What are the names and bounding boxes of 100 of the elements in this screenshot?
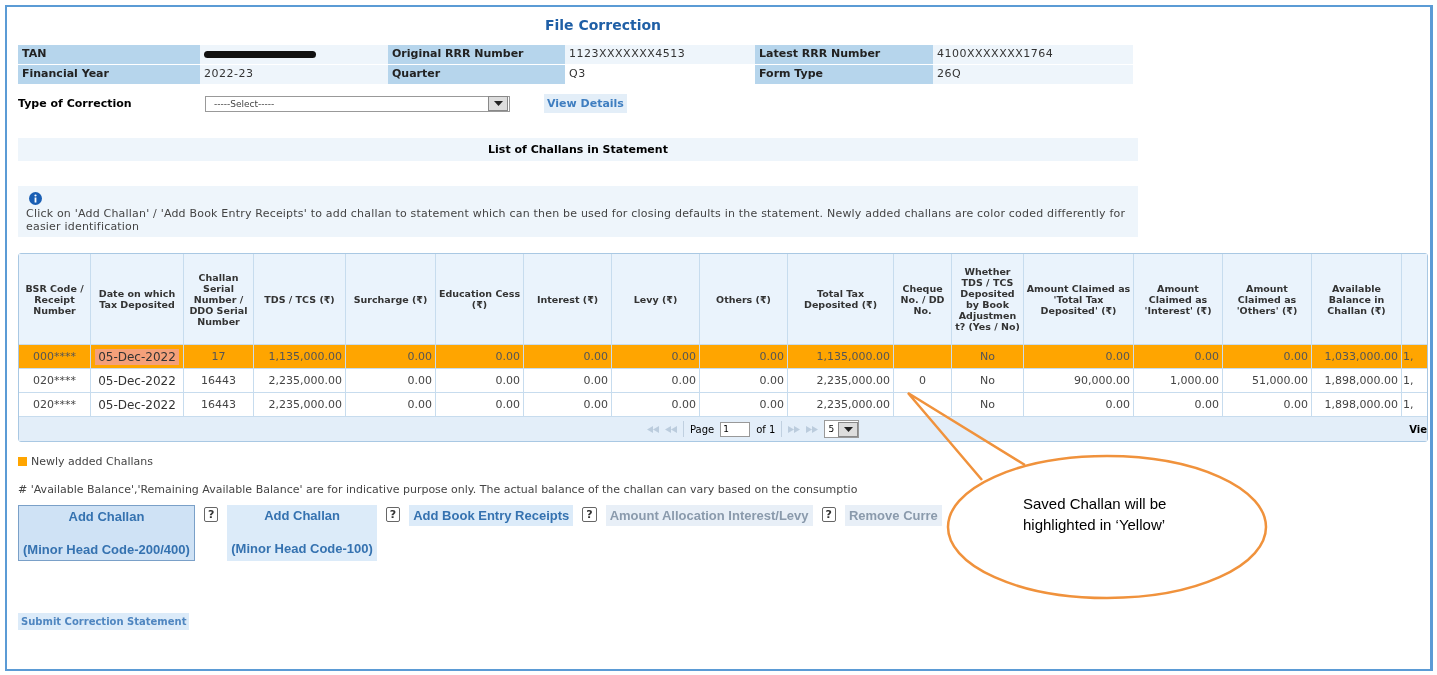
column-header: Date on which Tax Deposited — [97, 288, 177, 310]
field-label: Original RRR Number — [388, 45, 565, 64]
column-header: Levy (₹) — [633, 293, 678, 305]
page-size-dropdown[interactable]: 5 — [824, 420, 860, 438]
view-details-button[interactable]: View Details — [544, 94, 627, 113]
table-cell: 0.00 — [495, 398, 520, 411]
field-label: Form Type — [755, 65, 933, 84]
table-cell: 000**** — [33, 350, 76, 363]
table-cell: 0.00 — [759, 350, 784, 363]
table-cell: 2,235,000.00 — [816, 374, 890, 387]
table-cell: 0.00 — [407, 398, 432, 411]
action-button[interactable]: Add Book Entry Receipts — [409, 505, 574, 526]
field-value: 4100XXXXXXX1764 — [933, 45, 1133, 64]
table-cell: 0.00 — [407, 374, 432, 387]
table-row[interactable]: 000**** 05-Dec-2022 17 1,135,000.00 0.00 0.00 0.00 0.00 0.00 1,135,000.00 No 0.00 0.00 0.00 1,033,000.00 1, — [19, 344, 1427, 368]
table-cell: 0.00 — [407, 350, 432, 363]
column-header: Whether TDS / TCS Deposited by Book Adjustmen t? (Yes / No) — [954, 266, 1021, 332]
help-icon[interactable]: ? — [203, 507, 219, 522]
column-header: Others (₹) — [716, 293, 771, 305]
legend-label: Newly added Challans — [31, 455, 153, 468]
table-cell: 1,033,000.00 — [1324, 350, 1398, 363]
action-button[interactable]: Add Challan (Minor Head Code-100) — [227, 505, 377, 561]
table-cell: No — [980, 374, 995, 387]
info-text: Click on 'Add Challan' / 'Add Book Entry Receipts' to add challan to statement which can then be used for closing defaults in the statement. Newly added challans are color coded differently for easier identification — [26, 207, 1127, 233]
column-header: Interest (₹) — [536, 293, 599, 305]
help-icon[interactable]: ? — [385, 507, 401, 522]
field-value: 1123XXXXXXX4513 — [565, 45, 755, 64]
field-label: Type of Correction — [18, 97, 133, 110]
date-field[interactable]: 05-Dec-2022 — [95, 348, 179, 365]
note-text: # 'Available Balance','Remaining Available Balance' are for indicative purpose only. The actual balance of the challan can vary based on the consumptio — [18, 483, 859, 496]
page-label: Page — [690, 423, 715, 435]
column-header: BSR Code / Receipt Number — [24, 282, 85, 316]
date-field[interactable]: 05-Dec-2022 — [95, 372, 179, 389]
table-cell: 0.00 — [1105, 350, 1130, 363]
table-cell: 020**** — [33, 374, 76, 387]
table-cell: 2,235,000.00 — [268, 398, 342, 411]
field-value: 2022-23 — [200, 65, 388, 84]
table-row[interactable]: 020**** 05-Dec-2022 16443 2,235,000.00 0.00 0.00 0.00 0.00 0.00 2,235,000.00 0 No 90,000.00 1,000.00 51,000.00 1,898,000.00 1, — [19, 368, 1427, 392]
table-cell: 1,135,000.00 — [816, 350, 890, 363]
page-number-field[interactable]: 1 — [720, 421, 751, 437]
table-cell: 020**** — [33, 398, 76, 411]
table-cell: 0.00 — [1194, 398, 1219, 411]
table-cell: 1,135,000.00 — [268, 350, 342, 363]
table-cell: 0.00 — [671, 374, 696, 387]
column-header: TDS / TCS (₹) — [264, 293, 335, 305]
table-cell: 0.00 — [1105, 398, 1130, 411]
page-title: File Correction — [543, 17, 663, 33]
table-cell: 1, — [1403, 350, 1414, 363]
column-header: Amount Claimed as 'Total Tax Deposited' (₹) — [1025, 282, 1132, 316]
correction-type-dropdown[interactable]: -----Select----- — [205, 95, 510, 112]
table-row[interactable]: 020**** 05-Dec-2022 16443 2,235,000.00 0.00 0.00 0.00 0.00 0.00 2,235,000.00 No 0.00 0.00 0.00 1,898,000.00 1, — [19, 392, 1427, 416]
last-page-icon[interactable] — [806, 425, 819, 433]
table-cell: 0.00 — [583, 398, 608, 411]
table-cell: 0 — [919, 374, 926, 387]
table-cell: 17 — [211, 350, 226, 363]
field-label: Latest RRR Number — [755, 45, 933, 64]
table-cell: 0.00 — [759, 398, 784, 411]
callout-text: Saved Challan will be highlighted in ‘Yellow’ — [1023, 494, 1167, 535]
field-value: 26Q — [933, 65, 1133, 84]
table-cell: 51,000.00 — [1252, 374, 1308, 387]
table-cell: 0.00 — [1194, 350, 1219, 363]
info-icon — [29, 192, 42, 205]
table-cell: 2,235,000.00 — [816, 398, 890, 411]
table-cell: 0.00 — [583, 374, 608, 387]
column-header: Amount Claimed as 'Others' (₹) — [1235, 282, 1299, 316]
table-cell: 90,000.00 — [1074, 374, 1130, 387]
column-header: Amount Claimed as 'Interest' (₹) — [1143, 282, 1213, 316]
column-header: Cheque No. / DD No. — [899, 282, 946, 316]
action-button[interactable]: Add Challan (Minor Head Code-200/400) — [18, 505, 195, 561]
column-header: Available Balance in Challan (₹) — [1326, 282, 1387, 316]
table-cell: 0.00 — [1283, 398, 1308, 411]
table-cell: 0.00 — [495, 374, 520, 387]
column-header: Total Tax Deposited (₹) — [803, 288, 878, 310]
previous-page-icon[interactable] — [665, 425, 677, 433]
section-heading: List of Challans in Statement — [18, 138, 1138, 161]
column-header: Education Cess (₹) — [437, 288, 522, 310]
table-cell: 16443 — [201, 374, 236, 387]
table-cell: 1, — [1403, 374, 1414, 387]
table-cell: 0.00 — [583, 350, 608, 363]
field-label: Financial Year — [18, 65, 200, 84]
first-page-icon[interactable] — [647, 425, 659, 433]
help-icon[interactable]: ? — [582, 507, 597, 522]
table-cell: 0.00 — [671, 398, 696, 411]
table-cell: No — [980, 398, 995, 411]
field-label: Quarter — [388, 65, 565, 84]
column-header: Challan Serial Number / DDO Serial Number — [188, 271, 249, 327]
table-cell: 0.00 — [1283, 350, 1308, 363]
table-cell: 1, — [1403, 398, 1414, 411]
field-label: TAN — [18, 45, 200, 64]
table-cell: No — [980, 350, 995, 363]
table-cell: 0.00 — [759, 374, 784, 387]
table-cell: 1,000.00 — [1170, 374, 1219, 387]
view-text: Vie — [1409, 423, 1427, 435]
table-cell: 0.00 — [671, 350, 696, 363]
page-count: of 1 — [756, 423, 776, 435]
column-header: Surcharge (₹) — [353, 293, 428, 305]
table-cell: 1,898,000.00 — [1324, 398, 1398, 411]
table-cell: 2,235,000.00 — [268, 374, 342, 387]
next-page-icon[interactable] — [788, 425, 801, 433]
date-field[interactable]: 05-Dec-2022 — [95, 396, 179, 413]
